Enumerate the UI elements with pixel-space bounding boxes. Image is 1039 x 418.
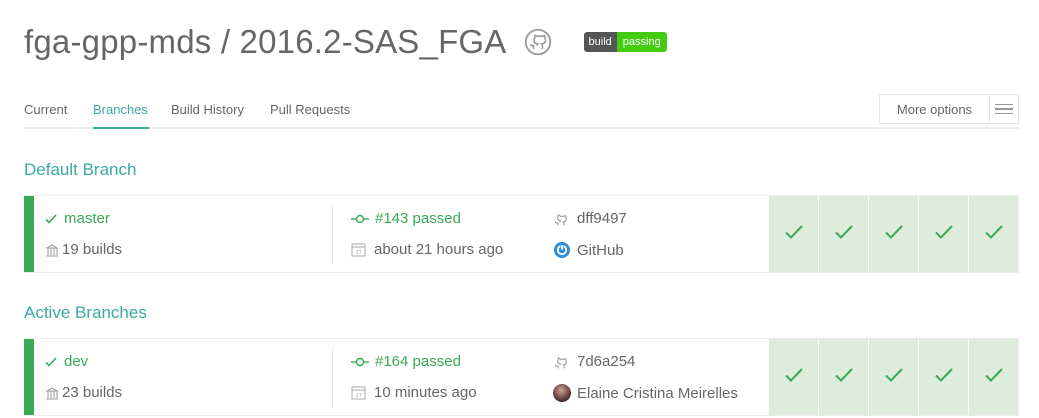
commit-author: Elaine Cristina Meirelles: [553, 384, 738, 402]
check-icon: [884, 366, 904, 389]
build-time: 27 10 minutes ago: [351, 384, 477, 401]
build-job[interactable]: [968, 339, 1018, 415]
column-divider: [332, 347, 333, 407]
recent-builds: [769, 196, 1018, 272]
build-job[interactable]: [868, 196, 918, 272]
badge-label: build: [583, 32, 617, 52]
building-icon: [44, 242, 60, 258]
avatar: [553, 384, 571, 402]
build-job[interactable]: [818, 196, 868, 272]
build-job[interactable]: [769, 339, 818, 415]
build-job[interactable]: [769, 196, 818, 272]
branch-row-dev[interactable]: dev 23 builds #164 passed 27 10 minutes …: [24, 338, 1019, 416]
hamburger-menu-icon[interactable]: [990, 95, 1018, 123]
repo-tabs: Current Branches Build History Pull Requ…: [24, 93, 1019, 129]
build-job[interactable]: [918, 339, 968, 415]
build-time-label: 10 minutes ago: [374, 384, 477, 401]
commit-node-icon: [351, 356, 369, 368]
check-icon: [834, 223, 854, 246]
build-count[interactable]: 19 builds: [44, 241, 122, 258]
build-job[interactable]: [918, 196, 968, 272]
author-name: Elaine Cristina Meirelles: [577, 384, 738, 402]
building-icon: [44, 385, 60, 401]
check-icon: [934, 223, 954, 246]
check-icon: [834, 366, 854, 389]
last-build-link[interactable]: #164 passed: [351, 353, 461, 370]
svg-text:27: 27: [356, 250, 362, 256]
github-octocat-icon: [553, 354, 569, 370]
build-job[interactable]: [968, 196, 1018, 272]
tab-build-history[interactable]: Build History: [171, 102, 244, 117]
commit-sha: 7d6a254: [577, 353, 636, 370]
check-icon: [884, 223, 904, 246]
build-job[interactable]: [818, 339, 868, 415]
repo-title[interactable]: fga-gpp-mds / 2016.2-SAS_FGA: [24, 23, 507, 61]
build-count[interactable]: 23 builds: [44, 384, 122, 401]
passed-status-bar: [24, 339, 34, 415]
branch-row-master[interactable]: master 19 builds #143 passed 27 about 21…: [24, 195, 1019, 273]
branch-name-label: dev: [64, 353, 89, 370]
author-name: GitHub: [577, 241, 624, 259]
recent-builds: [769, 339, 1018, 415]
commit-author: GitHub: [553, 241, 624, 259]
calendar-icon: 27: [351, 242, 366, 257]
tab-branches[interactable]: Branches: [93, 102, 148, 117]
last-build-link[interactable]: #143 passed: [351, 210, 461, 227]
check-icon: [784, 366, 804, 389]
build-status-label: #143 passed: [375, 210, 461, 227]
passed-status-bar: [24, 196, 34, 272]
check-icon: [984, 366, 1004, 389]
svg-text:27: 27: [356, 393, 362, 399]
badge-status: passing: [616, 32, 667, 52]
commit-node-icon: [351, 213, 369, 225]
check-icon: [984, 223, 1004, 246]
tab-pull-requests[interactable]: Pull Requests: [270, 102, 350, 117]
default-branch-heading: Default Branch: [24, 160, 137, 179]
build-time-label: about 21 hours ago: [374, 241, 504, 258]
commit-link[interactable]: dff9497: [553, 210, 627, 227]
check-icon: [934, 366, 954, 389]
build-count-label: 23 builds: [62, 384, 123, 401]
build-status-badge[interactable]: build passing: [583, 32, 667, 52]
build-status-label: #164 passed: [375, 353, 461, 370]
build-job[interactable]: [868, 339, 918, 415]
github-icon[interactable]: [523, 27, 553, 57]
build-time: 27 about 21 hours ago: [351, 241, 503, 258]
check-icon: [44, 355, 58, 369]
branch-name[interactable]: master: [44, 210, 110, 227]
more-options-label[interactable]: More options: [880, 95, 990, 123]
github-octocat-icon: [553, 211, 569, 227]
check-icon: [784, 223, 804, 246]
tab-current[interactable]: Current: [24, 102, 67, 117]
github-power-icon: [553, 241, 571, 259]
calendar-icon: 27: [351, 385, 366, 400]
check-icon: [44, 212, 58, 226]
repo-header: fga-gpp-mds / 2016.2-SAS_FGA build passi…: [24, 20, 667, 64]
branch-name[interactable]: dev: [44, 353, 88, 370]
active-branches-heading: Active Branches: [24, 303, 147, 322]
more-options-button[interactable]: More options: [879, 94, 1019, 124]
branch-name-label: master: [64, 210, 110, 227]
active-tab-indicator: [93, 127, 149, 129]
commit-sha: dff9497: [577, 210, 627, 227]
build-count-label: 19 builds: [62, 241, 123, 258]
column-divider: [332, 204, 333, 264]
commit-link[interactable]: 7d6a254: [553, 353, 635, 370]
